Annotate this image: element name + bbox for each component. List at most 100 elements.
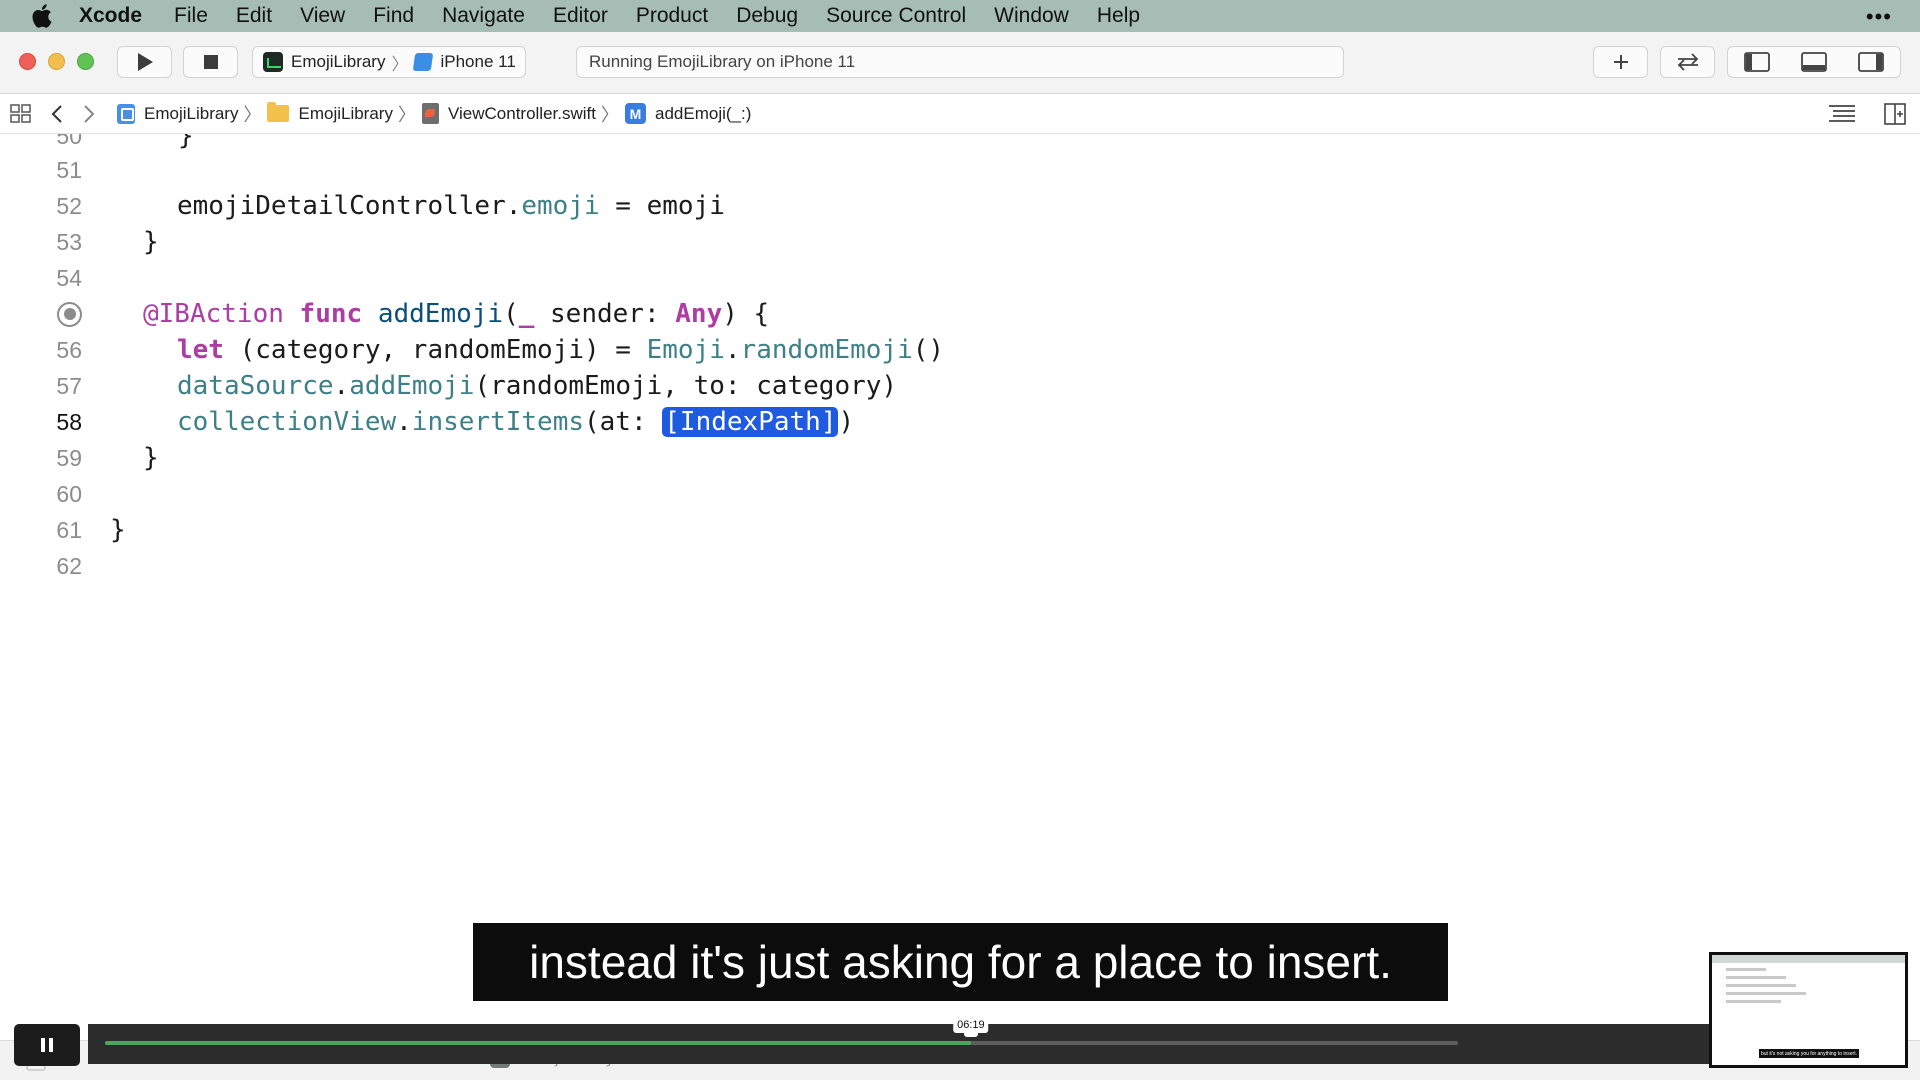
current-line-number: 58	[56, 408, 82, 435]
breadcrumb-group[interactable]: EmojiLibrary 〉	[267, 101, 421, 127]
menu-find[interactable]: Find	[373, 4, 414, 28]
activity-status: Running EmojiLibrary on iPhone 11	[589, 52, 856, 71]
player-time-tooltip: 06:19	[953, 1016, 989, 1033]
code-line: @IBAction func addEmoji(_ sender: Any) {	[0, 296, 1920, 332]
line-number: 51	[56, 156, 82, 183]
window-close-button[interactable]	[19, 53, 36, 70]
code-text: dataSource.addEmoji(randomEmoji, to: cat…	[177, 371, 898, 401]
code-text: }	[143, 443, 159, 473]
scheme-selector[interactable]: EmojiLibrary 〉 iPhone 11	[252, 46, 526, 78]
pause-button[interactable]	[14, 1024, 80, 1066]
add-editor-icon[interactable]	[1884, 103, 1906, 125]
back-chevron-icon[interactable]	[51, 104, 63, 124]
code-line: 53 }	[0, 224, 1920, 260]
method-icon: M	[625, 103, 646, 124]
stop-button[interactable]	[183, 46, 238, 78]
menu-navigate[interactable]: Navigate	[442, 4, 525, 28]
line-number: 61	[56, 516, 82, 543]
stop-icon	[203, 55, 218, 69]
inspector-toggle-icon[interactable]	[1858, 52, 1885, 72]
preview-code-line	[1726, 1000, 1781, 1003]
navigator-toggle-icon[interactable]	[1743, 52, 1770, 72]
related-items-grid-icon[interactable]	[10, 103, 32, 124]
panel-toggle-group	[1727, 46, 1901, 78]
debug-area-toggle-icon[interactable]	[1801, 52, 1827, 72]
more-menu-icon[interactable]: •••	[1866, 4, 1892, 30]
line-number: 56	[56, 336, 82, 363]
app-icon	[263, 52, 283, 72]
preview-caption: but it's not asking you for anything to …	[1759, 1049, 1859, 1058]
editor-options-icon[interactable]	[1828, 103, 1856, 125]
line-number: 52	[56, 192, 82, 219]
menu-help[interactable]: Help	[1097, 4, 1140, 28]
menu-window[interactable]: Window	[994, 4, 1069, 28]
device-icon	[413, 53, 434, 71]
toolbar: EmojiLibrary 〉 iPhone 11 Running EmojiLi…	[0, 32, 1920, 94]
menu-edit[interactable]: Edit	[236, 4, 272, 28]
breadcrumb-project-label: EmojiLibrary	[144, 103, 239, 123]
player-progress-fill	[105, 1041, 971, 1045]
chevron-right-icon: 〉	[397, 104, 416, 125]
menu-xcode[interactable]: Xcode	[79, 4, 142, 28]
breadcrumb-method-label: addEmoji(_:)	[655, 103, 752, 123]
line-number: 53	[56, 228, 82, 255]
code-line: 54	[0, 260, 1920, 296]
menu-editor[interactable]: Editor	[553, 4, 608, 28]
code-text: }	[110, 515, 126, 545]
chevron-right-icon: 〉	[391, 54, 409, 74]
code-line: 51	[0, 152, 1920, 188]
breadcrumb-method[interactable]: M addEmoji(_:)	[625, 103, 751, 124]
chevron-right-icon: 〉	[601, 104, 619, 125]
folder-icon	[267, 102, 290, 122]
menu-source-control[interactable]: Source Control	[826, 4, 966, 28]
breadcrumb-file-label: ViewController.swift	[447, 103, 596, 123]
jump-bar: EmojiLibrary 〉 EmojiLibrary 〉 ViewContro…	[0, 94, 1920, 134]
ibaction-connection-icon[interactable]	[57, 301, 82, 327]
library-button[interactable]	[1593, 46, 1648, 78]
code-line: 57 dataSource.addEmoji(randomEmoji, to: …	[0, 368, 1920, 404]
arrows-swap-icon	[1677, 53, 1698, 71]
swift-file-icon	[421, 103, 439, 124]
forward-chevron-icon[interactable]	[83, 104, 95, 124]
scheme-name: EmojiLibrary	[291, 52, 386, 71]
code-line: 52 emojiDetailController.emoji = emoji	[0, 188, 1920, 224]
breadcrumb-file[interactable]: ViewController.swift 〉	[421, 101, 625, 127]
apple-menu-icon[interactable]	[31, 4, 53, 28]
pause-icon	[41, 1038, 45, 1052]
video-caption: instead it's just asking for a place to …	[473, 923, 1448, 1001]
chevron-right-icon: 〉	[243, 104, 262, 125]
window-minimize-button[interactable]	[48, 53, 65, 70]
code-review-button[interactable]	[1660, 46, 1715, 78]
player-preview-thumbnail: but it's not asking you for anything to …	[1709, 952, 1908, 1068]
breadcrumb-project[interactable]: EmojiLibrary 〉	[117, 101, 267, 127]
source-editor[interactable]: 50 } 51 52 emojiDetailController.emoji =…	[0, 134, 1920, 1024]
play-icon	[137, 53, 153, 71]
line-number: 57	[56, 372, 82, 399]
code-text: }	[178, 134, 194, 151]
line-number: 60	[56, 480, 82, 507]
menu-file[interactable]: File	[174, 4, 208, 28]
run-button[interactable]	[117, 46, 172, 78]
preview-code-line	[1726, 984, 1796, 987]
xcode-project-icon	[117, 103, 135, 124]
menu-view[interactable]: View	[300, 4, 345, 28]
code-text: @IBAction func addEmoji(_ sender: Any) {	[143, 299, 770, 329]
code-line: 62	[0, 548, 1920, 584]
code-text: let (category, randomEmoji) = Emoji.rand…	[177, 335, 945, 365]
placeholder-token[interactable]: [IndexPath]	[662, 407, 839, 437]
code-line: 59 }	[0, 440, 1920, 476]
code-line: 50 }	[0, 134, 1920, 154]
window-zoom-button[interactable]	[77, 53, 94, 70]
breadcrumb-group-label: EmojiLibrary	[298, 103, 393, 123]
preview-menubar	[1712, 955, 1905, 963]
line-number: 50	[56, 134, 82, 149]
line-number: 59	[56, 444, 82, 471]
preview-code-line	[1726, 992, 1806, 995]
code-text: emojiDetailController.emoji = emoji	[177, 191, 725, 221]
menu-product[interactable]: Product	[636, 4, 708, 28]
menu-debug[interactable]: Debug	[736, 4, 798, 28]
line-number: 54	[56, 264, 82, 291]
plus-icon	[1613, 55, 1628, 69]
activity-viewer: Running EmojiLibrary on iPhone 11	[576, 46, 1344, 78]
preview-code-line	[1726, 976, 1786, 979]
